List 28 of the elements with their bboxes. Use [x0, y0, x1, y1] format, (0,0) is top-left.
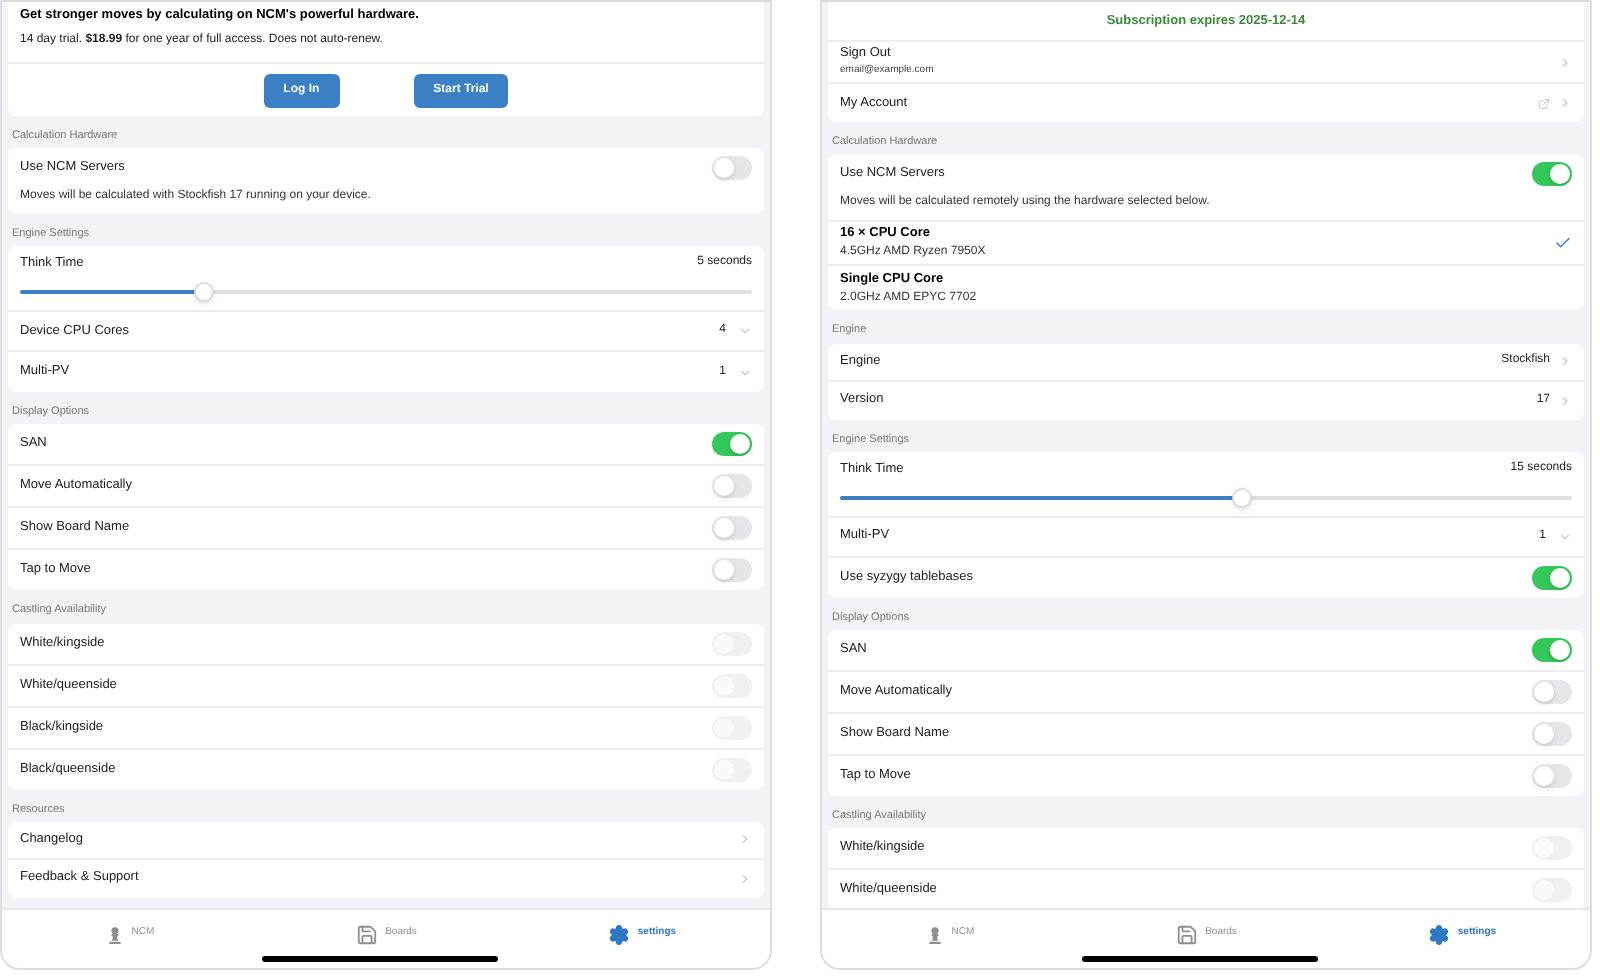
toggle-switch[interactable] [1532, 637, 1572, 662]
chess-pawn-icon [105, 925, 124, 943]
toggle-switch[interactable] [712, 474, 752, 499]
chevron-icon [1558, 354, 1572, 368]
toggle-switch[interactable] [712, 156, 752, 180]
toggle-switch[interactable] [712, 516, 752, 541]
slider-thumb[interactable] [1232, 487, 1253, 507]
toggle-switch[interactable] [712, 558, 752, 583]
checkmark-icon [1554, 234, 1572, 253]
chess-pawn-icon [925, 925, 944, 943]
dropdown-icon [738, 324, 752, 338]
slider-thumb[interactable] [193, 282, 213, 302]
chevron-icon [738, 871, 752, 886]
toggle-switch[interactable] [712, 432, 752, 457]
toggle-switch[interactable] [1532, 721, 1572, 746]
chevron-icon [1558, 393, 1572, 407]
settings-icon [607, 923, 630, 945]
settings-icon [1427, 923, 1450, 945]
toggle-switch[interactable] [1532, 763, 1572, 788]
toggle-switch[interactable] [1532, 565, 1572, 589]
dropdown-icon [738, 365, 752, 379]
chevron-icon [1558, 55, 1572, 69]
chevron-icon [1558, 96, 1572, 110]
chevron-icon [738, 832, 752, 847]
toggle-switch[interactable] [1532, 162, 1572, 187]
external-link-icon [1538, 97, 1550, 109]
toggle-switch[interactable] [1532, 679, 1572, 704]
dropdown-icon [1558, 529, 1572, 543]
